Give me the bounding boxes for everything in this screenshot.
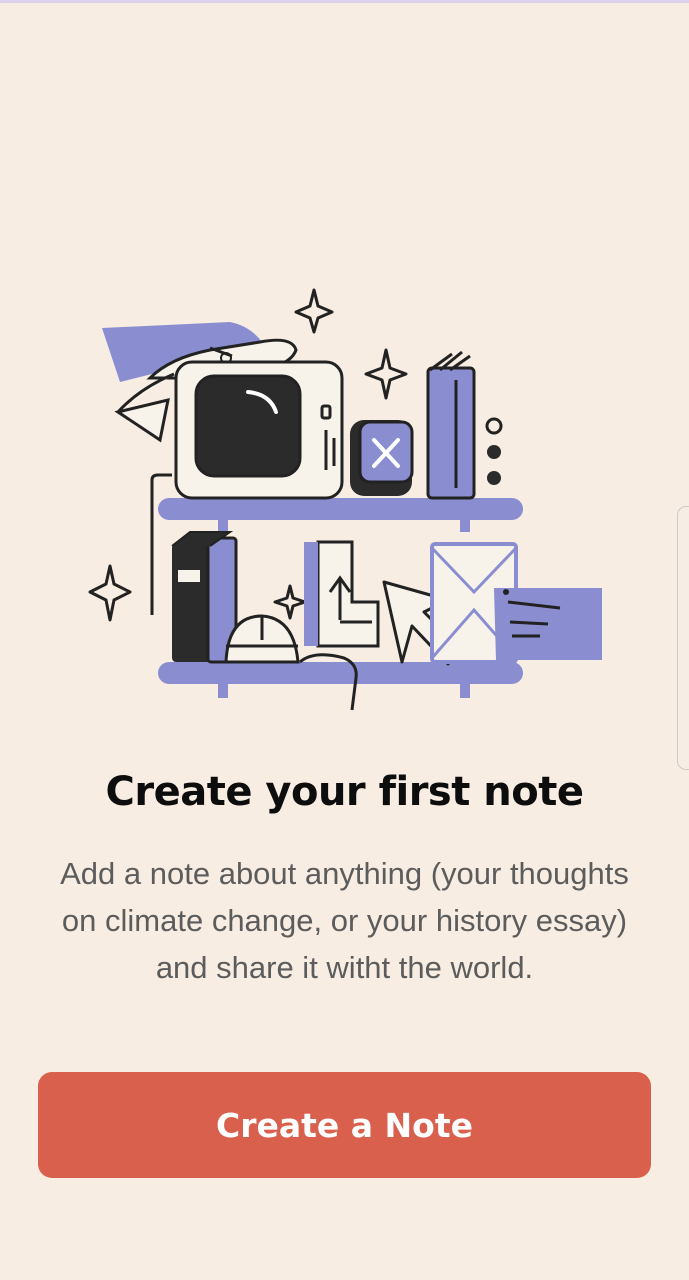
empty-state-title: Create your first note [105, 769, 584, 815]
envelope-icon [430, 542, 602, 664]
hand-with-tv-icon [102, 322, 344, 500]
create-note-button[interactable]: Create a Note [38, 1072, 651, 1178]
empty-notes-screen: Create your first note Add a note about … [0, 0, 689, 1280]
menu-dots-icon [485, 417, 503, 485]
empty-state-description: Add a note about anything (your thoughts… [60, 856, 629, 985]
shelf-illustration [0, 270, 689, 730]
book-icon [426, 350, 476, 500]
binder-icon [171, 531, 238, 664]
upper-shelf [158, 498, 523, 532]
edge-panel-handle[interactable] [677, 506, 689, 770]
lower-shelf [158, 662, 523, 698]
status-divider [0, 0, 689, 3]
close-icon [350, 420, 414, 496]
